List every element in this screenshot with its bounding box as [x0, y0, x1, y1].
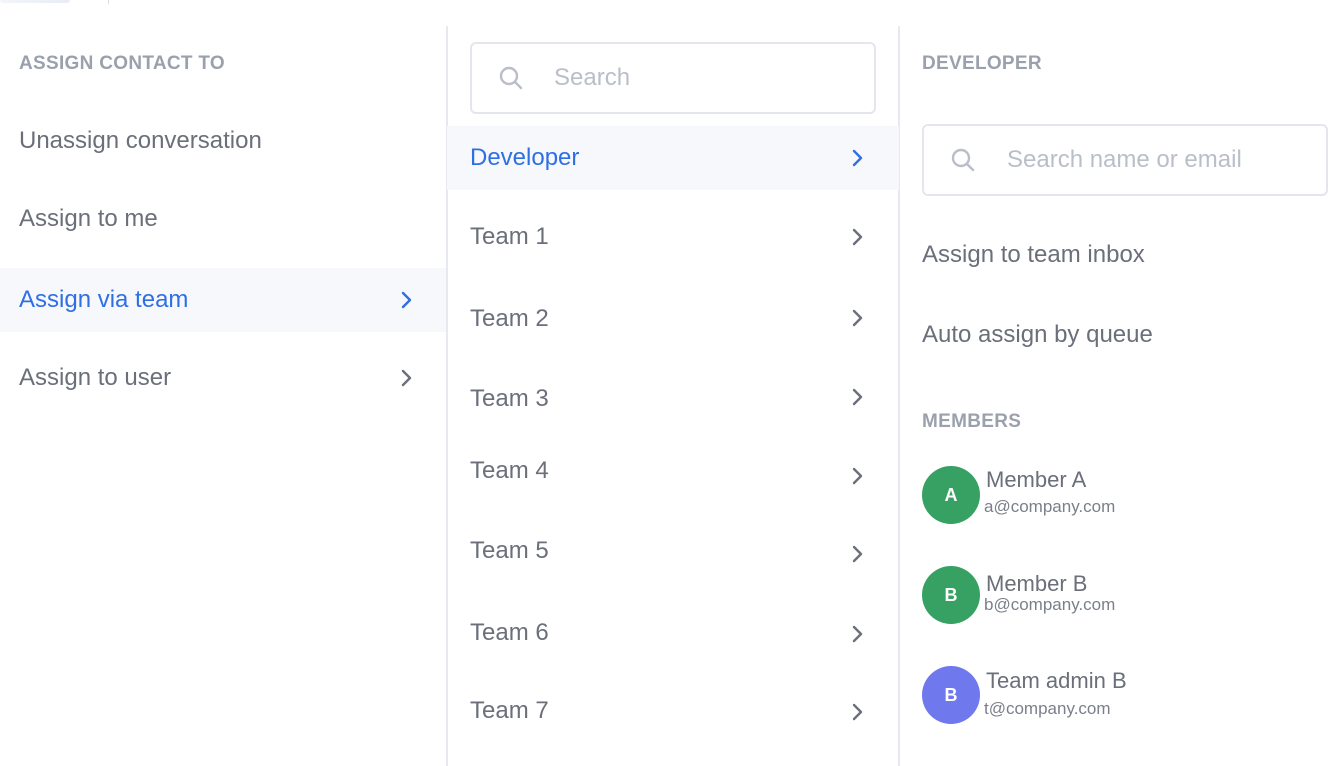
chevron-right-icon — [846, 543, 868, 565]
team-item-team-7[interactable]: Team 7 — [447, 679, 899, 743]
chevron-right-icon — [846, 701, 868, 723]
team-item-label: Team 5 — [470, 537, 549, 564]
chevron-right-icon — [395, 289, 417, 311]
team-list-panel: Developer Team 1 Team 2 Team 3 Team 4 — [447, 26, 899, 766]
team-item-team-4[interactable]: Team 4 — [447, 439, 899, 503]
team-item-label: Team 7 — [470, 697, 549, 724]
member-name: Member B — [986, 571, 1088, 596]
chevron-right-icon — [846, 226, 868, 248]
menu-item-label: Assign to me — [19, 205, 158, 232]
assign-to-team-inbox-option[interactable]: Assign to team inbox — [900, 223, 1340, 287]
team-item-label: Team 4 — [470, 457, 549, 484]
member-row-a[interactable]: A Member A a@company.com — [922, 466, 1322, 526]
team-search-box — [470, 42, 876, 114]
chevron-right-icon — [846, 307, 868, 329]
chevron-right-icon — [846, 623, 868, 645]
team-item-team-3[interactable]: Team 3 — [447, 367, 899, 431]
team-search-input[interactable] — [554, 62, 854, 94]
team-item-team-5[interactable]: Team 5 — [447, 519, 899, 583]
top-edge-tick — [108, 0, 109, 4]
search-icon — [498, 65, 524, 91]
member-row-team-admin-b[interactable]: B Team admin B t@company.com — [922, 666, 1322, 726]
top-edge-bar — [0, 0, 70, 3]
option-label: Assign to team inbox — [922, 241, 1145, 268]
team-name-header: DEVELOPER — [922, 53, 1042, 74]
members-header: MEMBERS — [922, 411, 1022, 432]
team-item-label: Developer — [470, 144, 580, 171]
avatar: A — [922, 466, 980, 524]
team-item-label: Team 6 — [470, 619, 549, 646]
member-search-input[interactable] — [1007, 144, 1307, 176]
member-name: Member A — [986, 467, 1087, 492]
auto-assign-by-queue-option[interactable]: Auto assign by queue — [900, 303, 1340, 367]
assign-options-panel: ASSIGN CONTACT TO Unassign conversation … — [0, 26, 446, 766]
menu-item-unassign-conversation[interactable]: Unassign conversation — [0, 109, 446, 173]
chevron-right-icon — [846, 147, 868, 169]
member-email: b@company.com — [984, 595, 1116, 614]
team-item-team-6[interactable]: Team 6 — [447, 601, 899, 665]
team-item-label: Team 1 — [470, 223, 549, 250]
team-item-team-1[interactable]: Team 1 — [447, 205, 899, 269]
menu-item-label: Unassign conversation — [19, 127, 262, 154]
team-item-label: Team 3 — [470, 385, 549, 412]
option-label: Auto assign by queue — [922, 321, 1153, 348]
member-row-b[interactable]: B Member B b@company.com — [922, 566, 1322, 626]
team-item-team-2[interactable]: Team 2 — [447, 287, 899, 351]
menu-item-assign-to-user[interactable]: Assign to user — [0, 346, 446, 410]
team-item-developer[interactable]: Developer — [447, 126, 899, 190]
search-icon — [950, 147, 976, 173]
menu-item-label: Assign to user — [19, 364, 172, 391]
assign-contact-menu: ASSIGN CONTACT TO Unassign conversation … — [0, 0, 1340, 766]
member-name: Team admin B — [986, 668, 1127, 693]
avatar: B — [922, 666, 980, 724]
member-search-box — [922, 124, 1328, 196]
chevron-right-icon — [395, 367, 417, 389]
member-email: a@company.com — [984, 497, 1116, 516]
chevron-right-icon — [846, 386, 868, 408]
top-edge-decoration — [0, 0, 110, 4]
team-item-label: Team 2 — [470, 305, 549, 332]
team-detail-panel: DEVELOPER Assign to team inbox Auto assi… — [900, 26, 1340, 766]
assign-contact-header: ASSIGN CONTACT TO — [19, 53, 226, 74]
menu-item-assign-to-me[interactable]: Assign to me — [0, 187, 446, 251]
chevron-right-icon — [846, 465, 868, 487]
avatar: B — [922, 566, 980, 624]
menu-item-label: Assign via team — [19, 286, 189, 313]
member-email: t@company.com — [984, 699, 1111, 718]
menu-item-assign-via-team[interactable]: Assign via team — [0, 268, 446, 332]
